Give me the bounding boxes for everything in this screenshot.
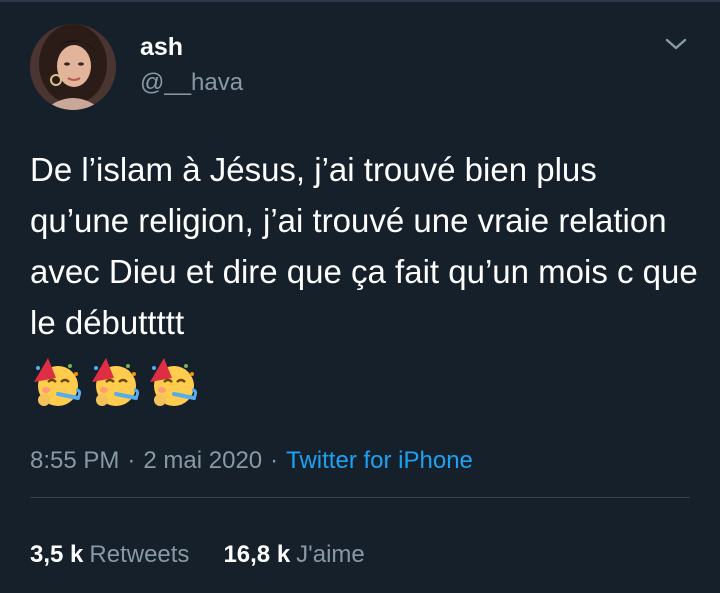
tweet-source-link[interactable]: Twitter for iPhone	[286, 447, 473, 474]
retweets-stat[interactable]: 3,5 k Retweets	[30, 538, 189, 572]
tweet-text: De l’islam à Jésus, j’ai trouvé bien plu…	[30, 151, 698, 341]
partying-face-emoji: 🥳	[34, 358, 82, 406]
tweet-stats: 3,5 k Retweets 16,8 k J'aime	[30, 538, 365, 572]
chevron-down-icon[interactable]	[662, 34, 690, 54]
avatar[interactable]	[30, 24, 116, 110]
partying-face-emoji: 🥳	[150, 358, 198, 406]
retweets-count: 3,5 k	[30, 541, 84, 568]
meta-separator: ·	[270, 447, 279, 474]
tweet-date[interactable]: 2 mai 2020	[143, 447, 262, 474]
partying-face-emoji: 🥳	[92, 358, 140, 406]
tweet-time[interactable]: 8:55 PM	[30, 447, 119, 474]
retweets-label: Retweets	[89, 541, 190, 568]
likes-label: J'aime	[296, 541, 365, 568]
author-handle[interactable]: @__hava	[140, 68, 243, 98]
author-name[interactable]: ash	[140, 32, 183, 62]
meta-separator: ·	[127, 447, 136, 474]
likes-count: 16,8 k	[223, 541, 291, 568]
tweet-card: ash @__hava De l’islam à Jésus, j’ai tro…	[0, 0, 720, 593]
likes-stat[interactable]: 16,8 k J'aime	[223, 538, 364, 572]
emoji-row: 🥳 🥳 🥳	[28, 354, 200, 414]
tweet-meta: 8:55 PM · 2 mai 2020 · Twitter for iPhone	[30, 444, 473, 478]
divider	[30, 497, 690, 498]
